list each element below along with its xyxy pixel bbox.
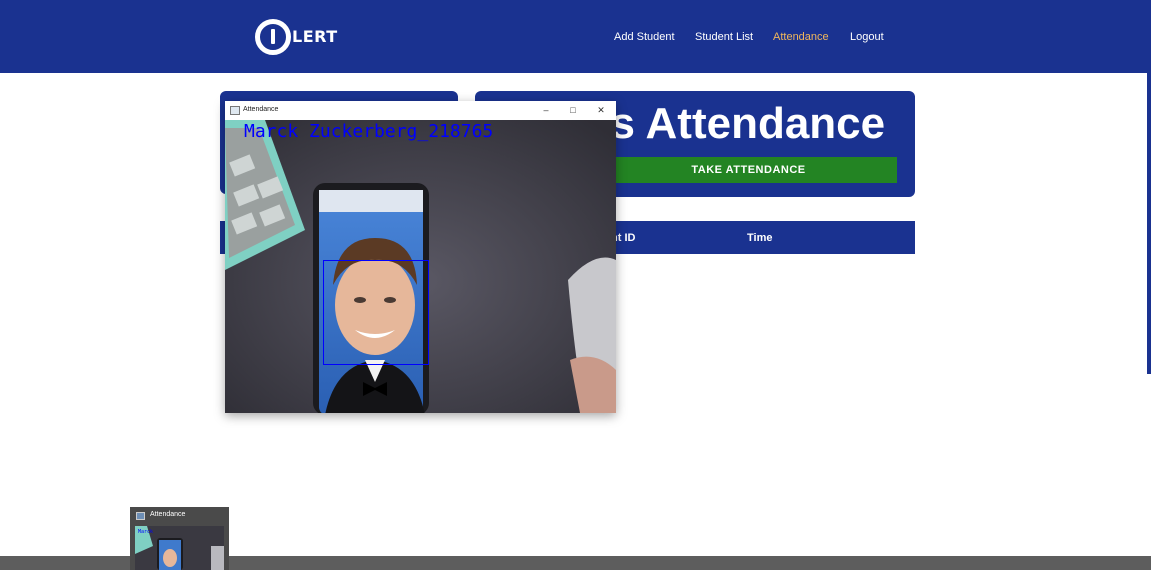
camera-window[interactable]: Attendance – □ ✕ Marck Zuckerberg_218765	[225, 101, 616, 413]
minimize-icon[interactable]: –	[538, 103, 554, 117]
app-icon	[136, 512, 145, 520]
app-icon	[230, 106, 240, 115]
nav-student-list[interactable]: Student List	[695, 31, 753, 43]
logo[interactable]: LERT	[255, 18, 338, 55]
preview-title: Attendance	[150, 511, 186, 518]
camera-window-title: Attendance	[243, 106, 279, 113]
camera-window-titlebar[interactable]: Attendance – □ ✕	[225, 101, 616, 120]
svg-text:Marck: Marck	[138, 529, 153, 535]
face-detection-box	[323, 260, 429, 365]
page-title: 's Attendance	[600, 99, 886, 148]
close-icon[interactable]: ✕	[593, 103, 609, 117]
nav-logout[interactable]: Logout	[850, 31, 884, 43]
camera-feed: Marck Zuckerberg_218765	[225, 120, 616, 413]
header-time: Time	[747, 232, 773, 244]
nav-add-student[interactable]: Add Student	[614, 31, 675, 43]
preview-thumbnail[interactable]: Marck	[135, 526, 224, 570]
scrollbar-thumb[interactable]	[1147, 0, 1151, 374]
taskbar-window-preview[interactable]: Attendance Marck	[130, 507, 229, 570]
nav-attendance[interactable]: Attendance	[773, 31, 829, 43]
take-attendance-button[interactable]: TAKE ATTENDANCE	[600, 157, 897, 183]
recognized-name-label: Marck Zuckerberg_218765	[244, 121, 494, 142]
page-scrollbar[interactable]	[1147, 0, 1151, 556]
preview-image: Marck	[135, 526, 224, 570]
logo-icon	[255, 18, 291, 55]
navbar: LERT Add Student Student List Attendance…	[0, 0, 1147, 73]
logo-text: LERT	[292, 27, 338, 46]
maximize-icon[interactable]: □	[565, 103, 581, 117]
